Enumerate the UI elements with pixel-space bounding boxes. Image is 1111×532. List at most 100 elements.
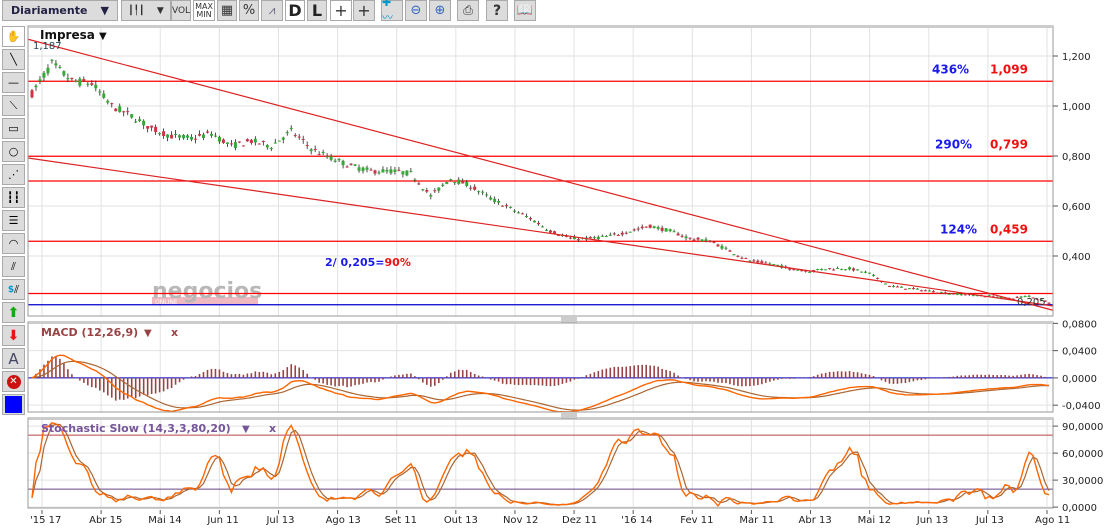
candle-body <box>812 270 816 272</box>
zoom-in-button[interactable]: ⊕ <box>429 0 451 21</box>
hand-tool[interactable]: ✋ <box>2 26 25 47</box>
candle-body <box>664 228 668 232</box>
horizontal-line-tool[interactable]: — <box>2 72 25 93</box>
candle-body <box>497 201 501 203</box>
down-arrow-tool[interactable]: ⬇ <box>2 325 25 346</box>
candle-body <box>461 180 465 184</box>
candle-body <box>648 224 652 228</box>
channel-tool[interactable]: ⫽ <box>2 256 25 277</box>
maxmin-button[interactable]: MAX MIN <box>193 0 215 21</box>
candle-body <box>30 90 34 98</box>
candle-body <box>644 226 648 228</box>
area-chart-button[interactable]: ⩘ <box>261 0 283 21</box>
candle-body <box>632 229 636 231</box>
parallel-lines-icon: ⟍ <box>9 98 18 112</box>
line-tool[interactable]: ╲ <box>2 49 25 70</box>
candle-body <box>568 237 572 239</box>
candle-body <box>891 285 895 287</box>
print-icon: ⎙ <box>463 3 473 17</box>
candle-body <box>732 254 736 256</box>
candle-body <box>895 286 899 288</box>
rectangle-tool[interactable]: ▭ <box>2 118 25 139</box>
candle-body <box>872 274 876 276</box>
candle-body <box>381 169 385 173</box>
macd-dropdown-icon[interactable]: ▼ <box>144 328 152 339</box>
manual-button[interactable]: 📖 <box>514 0 536 21</box>
candle-body <box>848 267 852 270</box>
candle-body <box>680 235 684 237</box>
candle-body <box>939 292 943 294</box>
volume-button[interactable]: VOL <box>171 0 191 21</box>
help-button[interactable]: ? <box>486 0 508 21</box>
grid-button[interactable]: ▦ <box>217 0 237 21</box>
arc-tool[interactable]: ◠ <box>2 233 25 254</box>
candle-body <box>820 268 824 271</box>
candle-body <box>433 190 437 192</box>
candle-body <box>130 114 134 118</box>
percent-button[interactable]: % <box>239 0 259 21</box>
x-tick-label: Ago 11 <box>1035 515 1070 526</box>
l-button[interactable]: L <box>307 0 327 21</box>
candle-body <box>305 145 309 147</box>
candle-body <box>879 280 883 283</box>
candle-body <box>756 260 760 263</box>
macd-line <box>31 354 1050 413</box>
chart-type-dropdown[interactable]: ┃╿┃ ▼ <box>121 0 171 21</box>
candle-body <box>907 288 911 290</box>
candle-body <box>114 108 118 112</box>
add-indicator-button[interactable]: ✚〰 <box>381 0 403 24</box>
y-tick-label: 30,0000 <box>1062 476 1103 487</box>
d-label: D <box>288 1 302 20</box>
dollar-channel-tool[interactable]: $ ⫽ <box>2 279 25 300</box>
up-arrow-tool[interactable]: ⬆ <box>2 302 25 323</box>
candle-body <box>405 170 409 176</box>
crosshair-l-button[interactable]: + <box>353 0 375 21</box>
candle-body <box>696 237 700 240</box>
candle-body <box>285 132 289 134</box>
fan-tool[interactable]: ⋰ <box>2 164 25 185</box>
fibonacci-tool[interactable]: ☰ <box>2 210 25 231</box>
zoom-out-button[interactable]: ⊖ <box>405 0 427 21</box>
candle-body <box>178 135 182 138</box>
period-dropdown[interactable]: Diariamente ▼ <box>2 0 118 21</box>
candle-body <box>716 244 720 247</box>
candle-body <box>1043 300 1047 302</box>
candle-body <box>453 181 457 183</box>
stochastic-dropdown-icon[interactable]: ▼ <box>242 424 250 435</box>
candle-body <box>245 139 249 142</box>
delete-tool[interactable]: ✕ <box>2 371 25 392</box>
candle-body <box>529 218 533 220</box>
candle-body <box>229 143 233 145</box>
candle-body <box>720 245 724 249</box>
vertical-grid-tool[interactable]: ┇┇ <box>2 187 25 208</box>
y-tick-label: 0,800 <box>1062 152 1091 163</box>
candle-body <box>58 66 62 68</box>
candle-body <box>269 148 273 150</box>
x-tick-label: Jun 13 <box>916 515 949 526</box>
candle-body <box>373 170 377 174</box>
parallel-line-tool[interactable]: ⟍ <box>2 95 25 116</box>
candle-body <box>712 241 716 243</box>
stochastic-k-line <box>31 422 1050 508</box>
candle-body <box>257 143 261 145</box>
level-percent-label: 436% <box>932 62 969 76</box>
candle-body <box>413 179 417 181</box>
candle-body <box>138 119 142 122</box>
stochastic-close-button[interactable]: x <box>269 422 276 435</box>
crosshair-button[interactable]: + <box>330 0 352 21</box>
candle-body <box>1011 298 1015 300</box>
rectangle-icon: ▭ <box>8 122 19 135</box>
circle-tool[interactable]: ○ <box>2 141 25 162</box>
candle-body <box>341 160 345 166</box>
text-tool[interactable]: A <box>2 348 25 369</box>
print-button[interactable]: ⎙ <box>457 0 479 21</box>
panel-border <box>27 25 1054 317</box>
candle-body <box>174 133 178 135</box>
candle-body <box>844 269 848 271</box>
x-tick-label: Jun 11 <box>206 515 239 526</box>
d-button[interactable]: D <box>285 0 305 21</box>
color-picker[interactable] <box>2 394 25 415</box>
macd-close-button[interactable]: x <box>171 326 178 339</box>
x-tick-label: Abr 13 <box>799 515 832 526</box>
candle-body <box>345 166 349 168</box>
